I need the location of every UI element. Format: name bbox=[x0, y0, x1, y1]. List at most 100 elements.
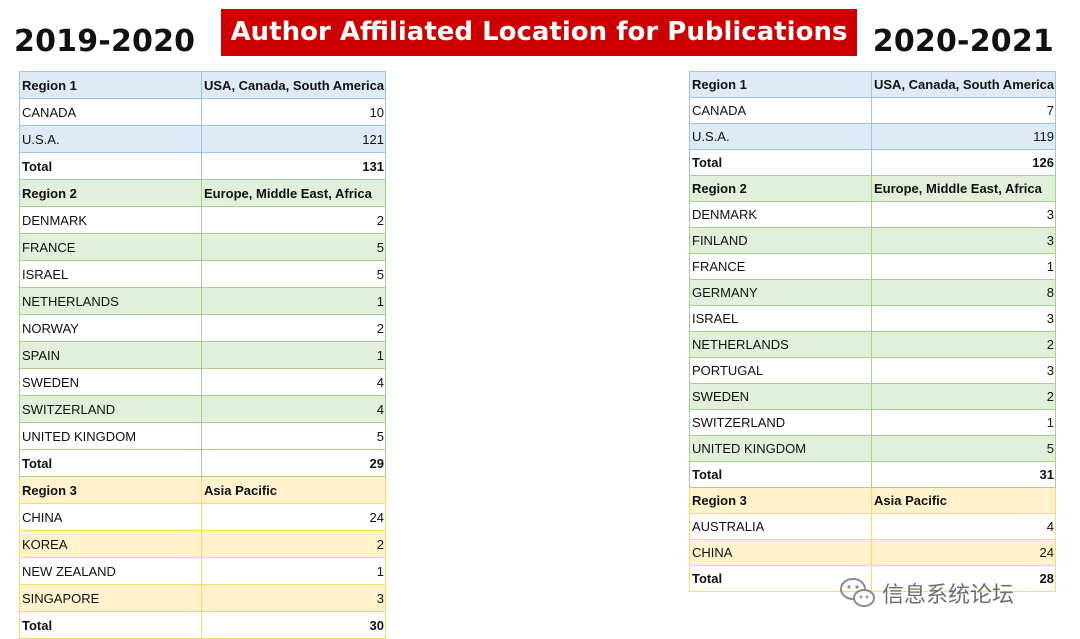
region-description-cell: Europe, Middle East, Africa bbox=[201, 179, 386, 207]
country-cell: U.S.A. bbox=[689, 123, 872, 150]
table-row: FRANCE 1 bbox=[689, 253, 1056, 280]
country-cell: KOREA bbox=[19, 530, 202, 558]
region-name-cell: Region 2 bbox=[689, 175, 872, 202]
count-cell: 24 bbox=[871, 539, 1056, 566]
table-row: FINLAND 3 bbox=[689, 227, 1056, 254]
table-row: ISRAEL 3 bbox=[689, 305, 1056, 332]
count-cell: 2 bbox=[201, 530, 386, 558]
table-row: SINGAPORE 3 bbox=[19, 584, 386, 612]
country-cell: ISRAEL bbox=[19, 260, 202, 288]
count-cell: 4 bbox=[201, 395, 386, 423]
count-cell: 3 bbox=[871, 227, 1056, 254]
count-cell: 3 bbox=[871, 201, 1056, 228]
total-row: Total 29 bbox=[19, 449, 386, 477]
count-cell: 121 bbox=[201, 125, 386, 153]
count-cell: 5 bbox=[201, 422, 386, 450]
region-name-cell: Region 3 bbox=[19, 476, 202, 504]
country-cell: Total bbox=[19, 611, 202, 639]
count-cell: 5 bbox=[201, 260, 386, 288]
region-description-cell: Asia Pacific bbox=[871, 487, 1056, 514]
table-row: UNITED KINGDOM 5 bbox=[689, 435, 1056, 462]
country-cell: Total bbox=[19, 152, 202, 180]
country-cell: UNITED KINGDOM bbox=[19, 422, 202, 450]
region-header-row: Region 1 USA, Canada, South America bbox=[689, 71, 1056, 98]
country-cell: FRANCE bbox=[19, 233, 202, 261]
year-label-left: 2019-2020 bbox=[14, 24, 196, 59]
country-cell: NORWAY bbox=[19, 314, 202, 342]
country-cell: DENMARK bbox=[19, 206, 202, 234]
country-cell: UNITED KINGDOM bbox=[689, 435, 872, 462]
count-cell: 29 bbox=[201, 449, 386, 477]
region-header-row: Region 3 Asia Pacific bbox=[19, 476, 386, 504]
country-cell: NETHERLANDS bbox=[19, 287, 202, 315]
country-cell: CANADA bbox=[19, 98, 202, 126]
country-cell: Total bbox=[19, 449, 202, 477]
table-row: NETHERLANDS 1 bbox=[19, 287, 386, 315]
count-cell: 1 bbox=[201, 287, 386, 315]
region-name-cell: Region 2 bbox=[19, 179, 202, 207]
count-cell: 2 bbox=[201, 314, 386, 342]
total-row: Total 126 bbox=[689, 149, 1056, 176]
country-cell: FRANCE bbox=[689, 253, 872, 280]
country-cell: SWEDEN bbox=[689, 383, 872, 410]
count-cell: 1 bbox=[871, 409, 1056, 436]
count-cell: 5 bbox=[871, 435, 1056, 462]
country-cell: ISRAEL bbox=[689, 305, 872, 332]
country-cell: CHINA bbox=[19, 503, 202, 531]
count-cell: 2 bbox=[871, 383, 1056, 410]
count-cell: 126 bbox=[871, 149, 1056, 176]
table-row: CANADA 7 bbox=[689, 97, 1056, 124]
table-row: CANADA 10 bbox=[19, 98, 386, 126]
country-cell: AUSTRALIA bbox=[689, 513, 872, 540]
table-row: U.S.A. 121 bbox=[19, 125, 386, 153]
table-row: NORWAY 2 bbox=[19, 314, 386, 342]
country-cell: SPAIN bbox=[19, 341, 202, 369]
count-cell: 24 bbox=[201, 503, 386, 531]
country-cell: DENMARK bbox=[689, 201, 872, 228]
table-row: DENMARK 3 bbox=[689, 201, 1056, 228]
table-row: NEW ZEALAND 1 bbox=[19, 557, 386, 585]
country-cell: CANADA bbox=[689, 97, 872, 124]
region-header-row: Region 1 USA, Canada, South America bbox=[19, 71, 386, 99]
total-row: Total 30 bbox=[19, 611, 386, 639]
table-2019-2020: Region 1 USA, Canada, South America CANADA… bbox=[19, 71, 386, 639]
region-header-row: Region 3 Asia Pacific bbox=[689, 487, 1056, 514]
table-row: CHINA 24 bbox=[689, 539, 1056, 566]
count-cell: 31 bbox=[871, 461, 1056, 488]
table-row: UNITED KINGDOM 5 bbox=[19, 422, 386, 450]
count-cell: 30 bbox=[201, 611, 386, 639]
country-cell: SWEDEN bbox=[19, 368, 202, 396]
region-description-cell: Europe, Middle East, Africa bbox=[871, 175, 1056, 202]
wechat-icon bbox=[840, 578, 875, 607]
country-cell: GERMANY bbox=[689, 279, 872, 306]
region-description-cell: Asia Pacific bbox=[201, 476, 386, 504]
count-cell: 7 bbox=[871, 97, 1056, 124]
table-row: SWITZERLAND 4 bbox=[19, 395, 386, 423]
page-title: Author Affiliated Location for Publicati… bbox=[221, 9, 857, 56]
region-name-cell: Region 3 bbox=[689, 487, 872, 514]
count-cell: 4 bbox=[201, 368, 386, 396]
table-row: KOREA 2 bbox=[19, 530, 386, 558]
count-cell: 8 bbox=[871, 279, 1056, 306]
country-cell: Total bbox=[689, 149, 872, 176]
country-cell: U.S.A. bbox=[19, 125, 202, 153]
table-row: NETHERLANDS 2 bbox=[689, 331, 1056, 358]
count-cell: 3 bbox=[871, 357, 1056, 384]
count-cell: 1 bbox=[201, 557, 386, 585]
count-cell: 2 bbox=[871, 331, 1056, 358]
country-cell: SWITZERLAND bbox=[689, 409, 872, 436]
count-cell: 3 bbox=[871, 305, 1056, 332]
total-row: Total 131 bbox=[19, 152, 386, 180]
table-row: CHINA 24 bbox=[19, 503, 386, 531]
watermark: 信息系统论坛 bbox=[838, 575, 1058, 611]
table-row: SWEDEN 4 bbox=[19, 368, 386, 396]
count-cell: 1 bbox=[201, 341, 386, 369]
table-row: SWITZERLAND 1 bbox=[689, 409, 1056, 436]
region-name-cell: Region 1 bbox=[689, 71, 872, 98]
country-cell: FINLAND bbox=[689, 227, 872, 254]
country-cell: SINGAPORE bbox=[19, 584, 202, 612]
count-cell: 1 bbox=[871, 253, 1056, 280]
count-cell: 131 bbox=[201, 152, 386, 180]
count-cell: 5 bbox=[201, 233, 386, 261]
region-description-cell: USA, Canada, South America bbox=[871, 71, 1056, 98]
